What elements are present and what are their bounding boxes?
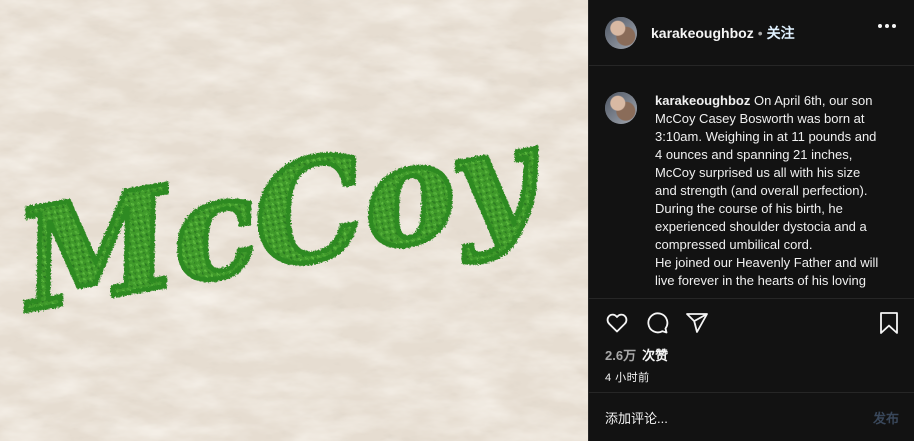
caption-line: McCoy surprised us all with his size <box>655 165 861 180</box>
like-count-number: 2.6万 <box>605 348 637 363</box>
post-caption: karakeoughboz On April 6th, our son McCo… <box>589 66 914 298</box>
caption-line: During the course of his birth, he <box>655 201 843 216</box>
caption-username[interactable]: karakeoughboz <box>655 93 750 108</box>
caption-line: McCoy Casey Bosworth was born at <box>655 111 865 126</box>
caption-line: 3:10am. Weighing in at 11 pounds and <box>655 129 877 144</box>
caption-avatar[interactable] <box>605 92 637 124</box>
comment-composer: 添加评论... 发布 <box>589 392 914 441</box>
post-side-panel: karakeoughboz • 关注 karakeoughboz On Apri… <box>588 0 914 441</box>
caption-line: experienced shoulder dystocia and a <box>655 219 867 234</box>
caption-line: On April 6th, our son <box>753 93 873 108</box>
author-username[interactable]: karakeoughboz <box>651 25 754 41</box>
heart-icon[interactable] <box>605 311 629 335</box>
action-bar <box>589 298 914 346</box>
caption-text: karakeoughboz On April 6th, our son McCo… <box>655 92 895 298</box>
comment-icon[interactable] <box>645 311 669 335</box>
like-count[interactable]: 2.6万 次赞 <box>605 345 668 364</box>
photo-canvas: McCoy <box>0 0 588 441</box>
caption-line: 4 ounces and spanning 21 inches, <box>655 147 853 162</box>
bookmark-icon[interactable] <box>877 311 901 335</box>
like-count-label: 次赞 <box>642 348 669 363</box>
post-header: karakeoughboz • 关注 <box>589 0 914 66</box>
caption-line: and strength (and overall perfection). <box>655 183 868 198</box>
author-avatar[interactable] <box>605 16 637 49</box>
share-icon[interactable] <box>685 311 709 335</box>
post-timestamp[interactable]: 4 小时前 <box>605 369 650 385</box>
caption-line: He joined our Heavenly Father and will <box>655 255 879 270</box>
caption-line: compressed umbilical cord. <box>655 237 813 252</box>
post-comment-button[interactable]: 发布 <box>873 408 899 427</box>
post-photo[interactable]: McCoy <box>0 0 588 441</box>
header-separator: • <box>757 24 763 41</box>
caption-line: live forever in the hearts of his loving <box>655 273 866 288</box>
comment-input[interactable]: 添加评论... <box>605 408 873 427</box>
follow-button[interactable]: 关注 <box>767 23 795 43</box>
more-icon[interactable] <box>878 24 896 28</box>
instagram-post-viewer: McCoy karakeoughboz • 关注 karakeoughboz O… <box>0 0 914 441</box>
